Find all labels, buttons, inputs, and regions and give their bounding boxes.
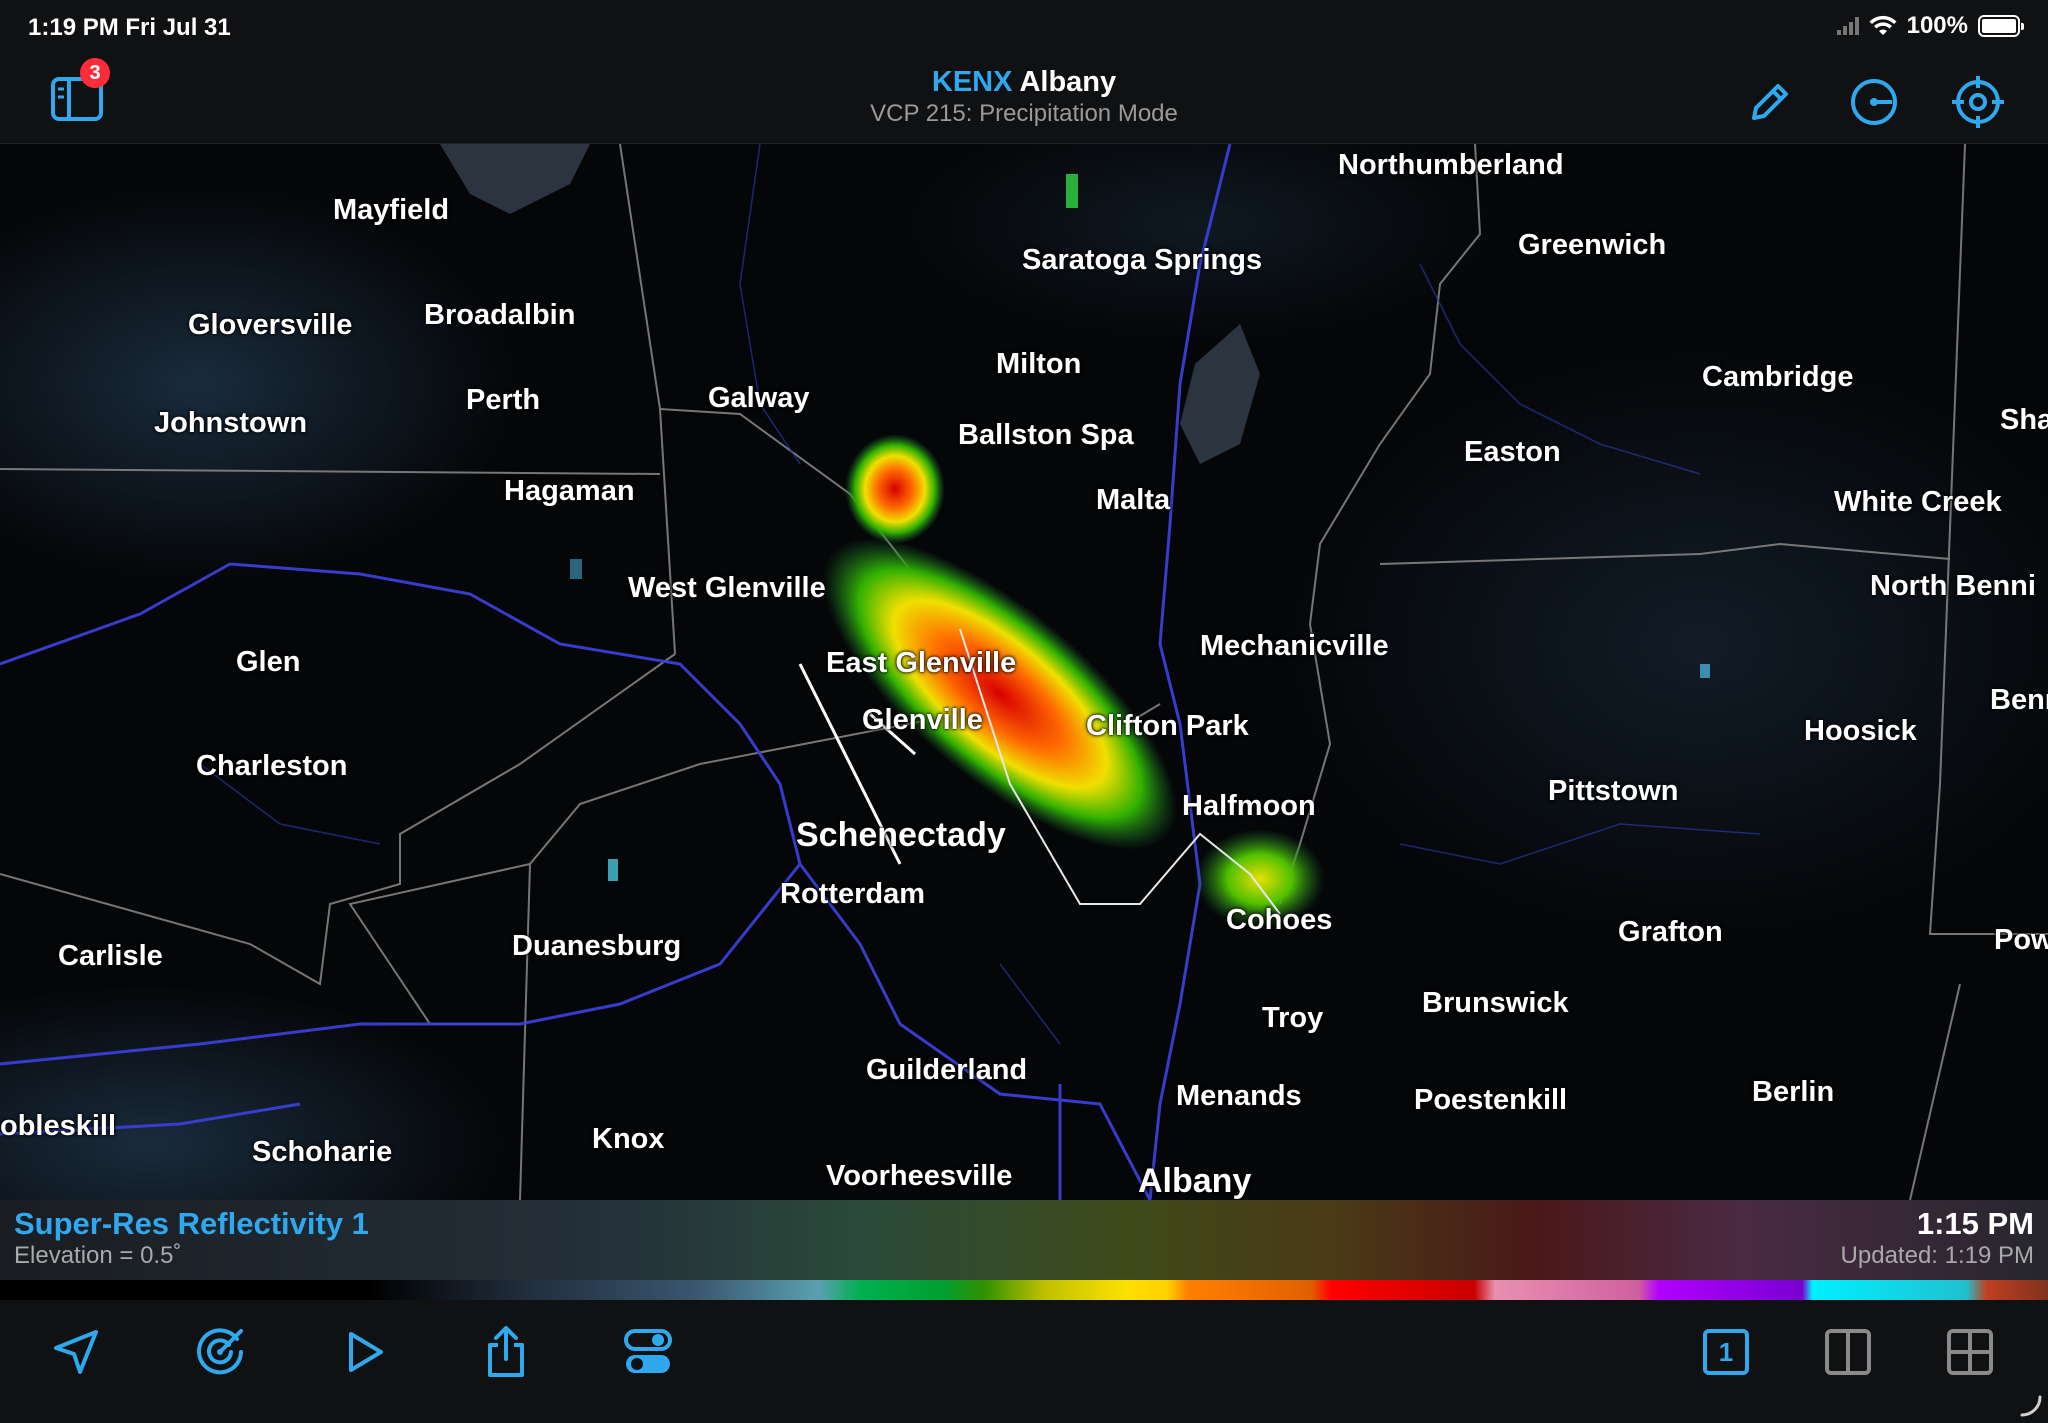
city-label-sha: Sha xyxy=(2000,404,2048,436)
range-circle-icon xyxy=(1851,79,1897,125)
city-label-hagaman: Hagaman xyxy=(504,475,635,507)
settings-toggle-button[interactable] xyxy=(616,1320,680,1384)
city-label-voorheesville: Voorheesville xyxy=(826,1160,1013,1192)
single-pane-button[interactable]: 1 xyxy=(1694,1320,1758,1384)
city-label-halfmoon: Halfmoon xyxy=(1182,790,1316,822)
city-label-broadalbin: Broadalbin xyxy=(424,299,576,331)
radar-sweep-icon xyxy=(197,1328,243,1375)
city-label-greenwich: Greenwich xyxy=(1518,229,1667,261)
site-name: Albany xyxy=(1019,66,1117,98)
updated-time: Updated: 1:19 PM xyxy=(1840,1242,2034,1269)
city-label-guilderland: Guilderland xyxy=(866,1054,1028,1086)
city-label-galway: Galway xyxy=(708,382,810,414)
share-button[interactable] xyxy=(474,1320,538,1384)
header: 3 KENX Albany VCP 215: Precipitation Mod… xyxy=(0,52,2048,144)
city-label-powna: Powna xyxy=(1994,924,2048,956)
split-pane-button[interactable] xyxy=(1816,1320,1880,1384)
draw-button[interactable] xyxy=(1740,72,1800,132)
city-label-berlin: Berlin xyxy=(1752,1076,1835,1108)
city-label-rotterdam: Rotterdam xyxy=(780,878,926,910)
radar-map[interactable]: Mayfield Gloversville Broadalbin Johnsto… xyxy=(0,144,2048,1200)
city-label-hoosick: Hoosick xyxy=(1804,715,1917,747)
city-label-poestenkill: Poestenkill xyxy=(1414,1084,1568,1116)
city-label-glenville: Glenville xyxy=(862,704,983,736)
city-label-carlisle: Carlisle xyxy=(58,940,163,972)
status-time-date: 1:19 PM Fri Jul 31 xyxy=(28,14,231,41)
city-label-pittstown: Pittstown xyxy=(1548,775,1679,807)
city-label-glen: Glen xyxy=(236,646,301,678)
city-label-menands: Menands xyxy=(1176,1080,1302,1112)
city-label-milton: Milton xyxy=(996,348,1082,380)
city-label-charleston: Charleston xyxy=(196,750,348,782)
product-name[interactable]: Super-Res Reflectivity 1 xyxy=(14,1206,369,1242)
quad-pane-icon xyxy=(1947,1329,1993,1375)
city-label-saratoga-springs: Saratoga Springs xyxy=(1022,244,1263,276)
share-icon xyxy=(488,1326,524,1377)
locate-button[interactable] xyxy=(1948,72,2008,132)
city-label-cohoes: Cohoes xyxy=(1226,904,1333,936)
status-right: 100% xyxy=(1836,12,2024,40)
city-label-cambridge: Cambridge xyxy=(1702,361,1854,393)
city-label-east-glenville: East Glenville xyxy=(826,647,1017,679)
city-label-northumberland: Northumberland xyxy=(1338,149,1564,181)
site-code: KENX xyxy=(931,66,1013,98)
city-label-gloversville: Gloversville xyxy=(188,309,353,341)
city-label-clifton-park: Clifton Park xyxy=(1086,710,1249,742)
city-label-west-glenville: West Glenville xyxy=(628,572,826,604)
city-label-obleskill: obleskill xyxy=(0,1110,117,1142)
wifi-icon xyxy=(1869,15,1897,35)
battery-percent: 100% xyxy=(1906,12,1968,39)
map-layers xyxy=(0,144,2048,1200)
city-label-johnstown: Johnstown xyxy=(154,407,308,439)
city-label-white-creek: White Creek xyxy=(1834,486,2002,518)
city-label-troy: Troy xyxy=(1262,1002,1324,1034)
reflectivity-color-scale xyxy=(0,1280,2048,1300)
scan-time: 1:15 PM xyxy=(1916,1206,2034,1241)
play-icon xyxy=(349,1332,383,1372)
crosshair-icon xyxy=(1952,76,2004,128)
quad-pane-button[interactable] xyxy=(1938,1320,2002,1384)
city-label-albany: Albany xyxy=(1138,1162,1252,1200)
city-label-mayfield: Mayfield xyxy=(333,194,450,226)
city-label-benn: Benn xyxy=(1990,684,2048,716)
split-pane-icon xyxy=(1825,1329,1871,1375)
resize-corner-icon xyxy=(2020,1395,2042,1417)
battery-icon xyxy=(1978,15,2024,37)
city-label-perth: Perth xyxy=(466,384,541,416)
bottom-toolbar: 1 xyxy=(0,1300,2048,1423)
city-label-duanesburg: Duanesburg xyxy=(512,930,682,962)
city-label-north-benni: North Benni xyxy=(1870,570,2036,602)
location-arrow-icon xyxy=(54,1330,98,1374)
location-button[interactable] xyxy=(44,1320,108,1384)
radar-sweep-button[interactable] xyxy=(188,1320,252,1384)
range-button[interactable] xyxy=(1844,72,1904,132)
city-label-grafton: Grafton xyxy=(1618,916,1723,948)
city-label-malta: Malta xyxy=(1096,484,1171,516)
city-label-ballston-spa: Ballston Spa xyxy=(958,419,1134,451)
cellular-signal-icon xyxy=(1836,17,1859,35)
single-pane-label: 1 xyxy=(1718,1336,1734,1367)
city-label-easton: Easton xyxy=(1464,436,1561,468)
pencil-icon xyxy=(1752,84,1788,120)
city-label-brunswick: Brunswick xyxy=(1422,987,1569,1019)
elevation-label: Elevation = 0.5˚ xyxy=(14,1242,182,1269)
city-label-schoharie: Schoharie xyxy=(252,1136,393,1168)
play-button[interactable] xyxy=(332,1320,396,1384)
toggles-icon xyxy=(624,1329,672,1373)
city-label-knox: Knox xyxy=(592,1123,665,1155)
city-label-mechanicville: Mechanicville xyxy=(1200,630,1389,662)
status-bar: 1:19 PM Fri Jul 31 100% xyxy=(0,0,2048,52)
city-label-schenectady: Schenectady xyxy=(796,816,1006,854)
